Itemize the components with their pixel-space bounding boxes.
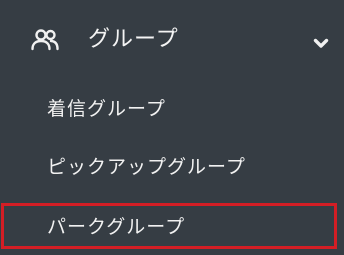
menu-item-label: パークグループ xyxy=(47,216,186,238)
menu-item-park-group[interactable]: パークグループ xyxy=(1,203,337,249)
menu-group-label: グループ xyxy=(88,27,179,52)
menu-item-pickup-group[interactable]: ピックアップグループ xyxy=(0,141,344,199)
menu-item-incoming-group[interactable]: 着信グループ xyxy=(0,82,344,140)
menu-item-label: ピックアップグループ xyxy=(47,156,246,178)
menu-group-header[interactable]: グループ xyxy=(0,8,344,68)
sidebar-menu: グループ 着信グループ ピックアップグループ パークグループ xyxy=(0,0,344,255)
menu-item-label: 着信グループ xyxy=(47,98,166,120)
users-icon xyxy=(30,28,60,52)
chevron-down-icon[interactable] xyxy=(313,34,329,48)
